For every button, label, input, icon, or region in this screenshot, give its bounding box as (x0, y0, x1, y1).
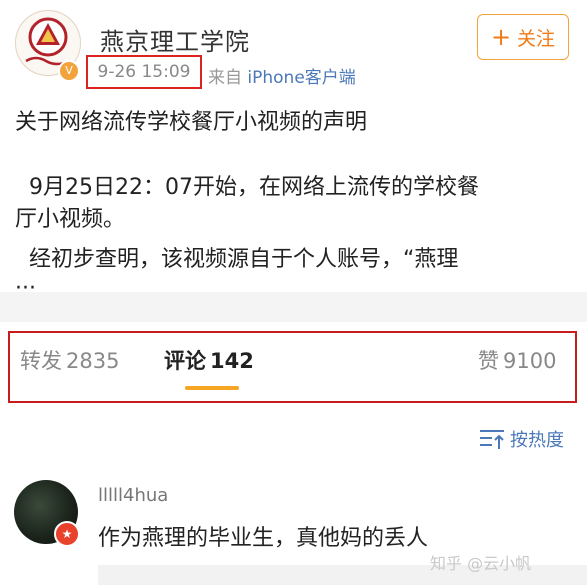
comment-count: 142 (210, 349, 254, 373)
post-line: 厅小视频。 (15, 207, 126, 232)
verified-badge-icon: V (58, 60, 80, 82)
follow-label: 关注 (517, 27, 556, 50)
sort-icon (480, 430, 504, 449)
commenter-badge-icon: ★ (54, 521, 80, 547)
account-name[interactable]: 燕京理工学院 (100, 22, 250, 57)
tab-likes[interactable]: 赞 9100 (478, 345, 556, 375)
like-label: 赞 (478, 349, 499, 373)
section-divider (0, 292, 587, 322)
plus-icon: + (490, 23, 512, 51)
repost-label: 转发 (20, 349, 62, 373)
repost-count: 2835 (66, 349, 120, 373)
like-count: 9100 (503, 349, 557, 373)
source-client[interactable]: iPhone客户端 (247, 68, 355, 88)
source-prefix: 来自 (208, 68, 242, 88)
post-source: 来自 iPhone客户端 (208, 63, 356, 88)
sort-label: 按热度 (510, 430, 564, 451)
watermark: 知乎 @云小帆 (430, 554, 532, 573)
comment-label: 评论 (164, 349, 206, 373)
post-time: 9-26 15:09 (86, 55, 202, 89)
post-title: 关于网络流传学校餐厅小视频的声明 (15, 110, 368, 135)
post-time-text: 9-26 15:09 (97, 62, 191, 82)
active-tab-indicator (185, 386, 239, 390)
post-line: 经初步查明，该视频源自于个人账号，“燕理 (15, 247, 459, 272)
post-line: 9月25日22：07开始，在网络上流传的学校餐 (15, 175, 479, 200)
tab-comments[interactable]: 评论 142 (164, 345, 254, 375)
post-line-truncated: ··· (15, 276, 36, 290)
sort-by-hot-button[interactable]: 按热度 (478, 426, 564, 452)
comment-text: 作为燕理的毕业生，真他妈的丢人 (98, 526, 429, 551)
follow-button[interactable]: + 关注 (477, 14, 569, 60)
commenter-name[interactable]: lllll4hua (98, 485, 168, 506)
tab-repost[interactable]: 转发 2835 (20, 345, 119, 375)
